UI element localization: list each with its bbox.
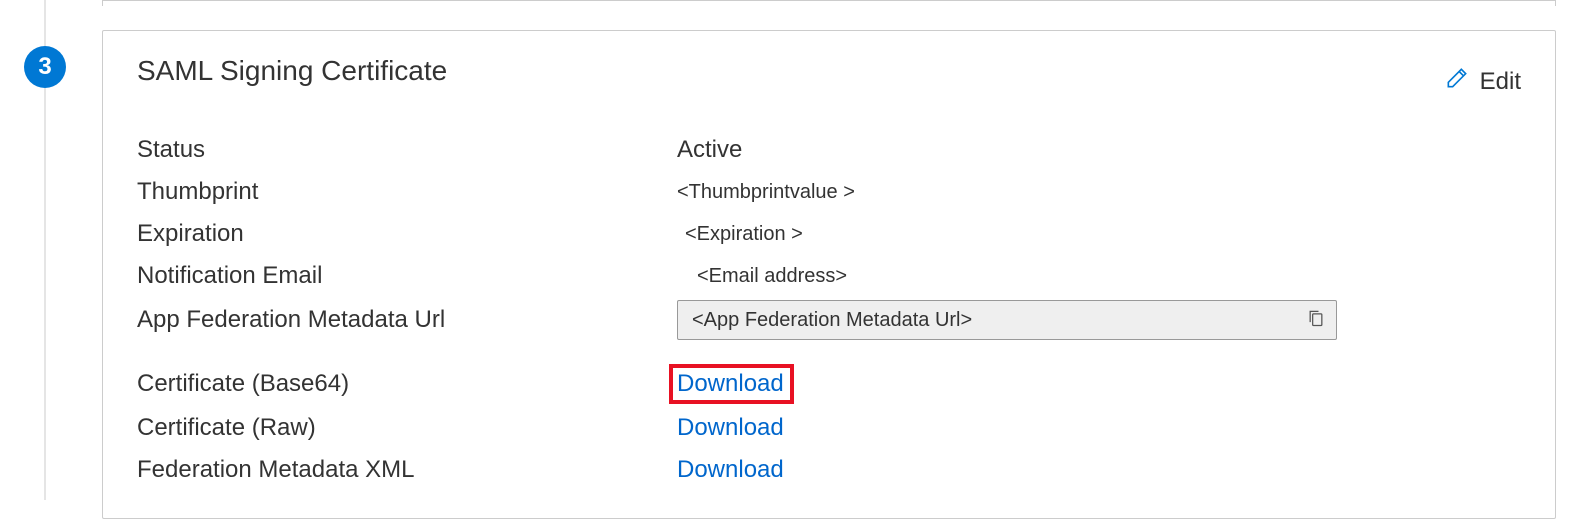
card-title: SAML Signing Certificate xyxy=(137,55,447,87)
status-value: Active xyxy=(677,136,1521,164)
download-cert-base64-link[interactable]: Download xyxy=(669,364,794,404)
download-cert-raw-link[interactable]: Download xyxy=(677,414,784,442)
thumbprint-value: <Thumbprintvalue > xyxy=(677,177,1521,208)
field-grid: Status Active Thumbprint <Thumbprintvalu… xyxy=(137,132,1521,488)
fed-xml-link-wrap: Download xyxy=(677,456,1521,484)
pencil-icon xyxy=(1444,65,1470,98)
edit-button[interactable]: Edit xyxy=(1444,65,1521,98)
status-label: Status xyxy=(137,132,677,168)
cert-raw-link-wrap: Download xyxy=(677,414,1521,442)
card-header: SAML Signing Certificate Edit xyxy=(137,55,1521,98)
step-connector-line xyxy=(44,88,46,500)
edit-label: Edit xyxy=(1480,68,1521,96)
thumbprint-label: Thumbprint xyxy=(137,174,677,210)
saml-signing-certificate-card: SAML Signing Certificate Edit Status Act… xyxy=(102,30,1556,519)
expiration-label: Expiration xyxy=(137,216,677,252)
metadata-url-field[interactable]: <App Federation Metadata Url> xyxy=(677,300,1337,340)
metadata-url-label: App Federation Metadata Url xyxy=(137,302,677,338)
step-connector-line xyxy=(44,0,46,46)
notification-email-label: Notification Email xyxy=(137,258,677,294)
download-fed-xml-link[interactable]: Download xyxy=(677,456,784,484)
step-number: 3 xyxy=(38,53,51,81)
copy-icon[interactable] xyxy=(1306,307,1326,334)
metadata-url-field-wrap: <App Federation Metadata Url> xyxy=(677,300,1521,340)
metadata-url-value: <App Federation Metadata Url> xyxy=(692,309,972,332)
notification-email-value: <Email address> xyxy=(677,261,1521,292)
expiration-value: <Expiration > xyxy=(677,219,1521,250)
step-number-badge: 3 xyxy=(24,46,66,88)
prev-card-edge xyxy=(102,0,1556,6)
cert-base64-link-wrap: Download xyxy=(677,364,1521,404)
cert-raw-label: Certificate (Raw) xyxy=(137,410,677,446)
spacer xyxy=(677,346,1521,358)
spacer xyxy=(137,346,677,358)
cert-base64-label: Certificate (Base64) xyxy=(137,366,677,402)
fed-xml-label: Federation Metadata XML xyxy=(137,452,677,488)
